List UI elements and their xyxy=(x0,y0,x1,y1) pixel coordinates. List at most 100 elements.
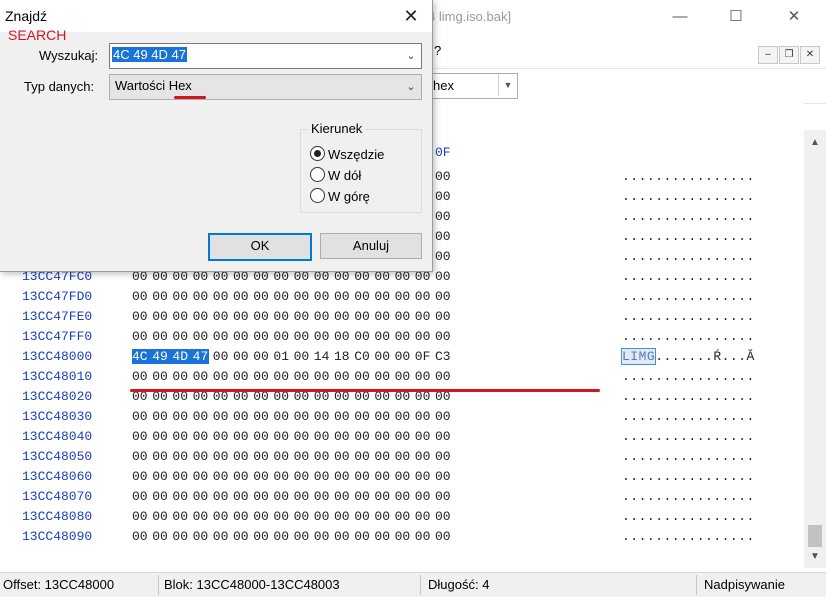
hex-byte[interactable]: 00 xyxy=(374,449,390,464)
hex-byte[interactable]: 00 xyxy=(132,309,148,324)
ascii-text[interactable]: ................ xyxy=(622,169,755,184)
hex-byte[interactable]: 00 xyxy=(415,289,431,304)
hex-byte[interactable]: 00 xyxy=(415,429,431,444)
hex-byte[interactable]: 00 xyxy=(354,429,370,444)
ok-button[interactable]: OK xyxy=(208,233,312,261)
hex-byte[interactable]: 00 xyxy=(314,529,330,544)
hex-byte[interactable]: 00 xyxy=(172,509,188,524)
hex-byte[interactable]: 00 xyxy=(273,489,289,504)
hex-byte[interactable]: 00 xyxy=(314,489,330,504)
ascii-rest[interactable]: .......Ŕ...Ă xyxy=(655,349,755,364)
hex-byte[interactable]: 00 xyxy=(415,309,431,324)
hex-byte[interactable]: 00 xyxy=(233,409,249,424)
hex-byte[interactable]: 00 xyxy=(314,289,330,304)
ascii-text[interactable]: ................ xyxy=(622,409,755,424)
hex-byte[interactable]: 00 xyxy=(435,189,451,204)
radio-up[interactable]: W górę xyxy=(310,188,370,206)
hex-byte[interactable]: 00 xyxy=(172,369,188,384)
hex-byte[interactable]: 00 xyxy=(294,529,310,544)
hex-byte[interactable]: 00 xyxy=(152,309,168,324)
hex-byte[interactable]: 00 xyxy=(395,349,411,364)
hex-byte[interactable]: 00 xyxy=(294,309,310,324)
hex-byte[interactable]: 00 xyxy=(334,489,350,504)
hex-byte[interactable]: 00 xyxy=(172,529,188,544)
ascii-text[interactable]: ................ xyxy=(622,369,755,384)
chevron-down-icon[interactable]: ⌄ xyxy=(401,44,421,68)
hex-byte[interactable]: 00 xyxy=(172,429,188,444)
hex-byte[interactable]: 00 xyxy=(253,349,269,364)
hex-byte[interactable]: 00 xyxy=(395,369,411,384)
hex-byte[interactable]: 00 xyxy=(233,509,249,524)
hex-byte[interactable]: 00 xyxy=(213,509,229,524)
hex-byte[interactable]: 00 xyxy=(193,329,209,344)
mdi-close-icon[interactable]: ✕ xyxy=(800,46,820,64)
hex-byte[interactable]: 00 xyxy=(193,489,209,504)
hex-byte[interactable]: 14 xyxy=(314,349,330,364)
scroll-up-icon[interactable]: ▲ xyxy=(804,134,826,152)
hex-byte[interactable]: 00 xyxy=(172,309,188,324)
hex-byte[interactable]: 00 xyxy=(334,449,350,464)
hex-byte[interactable]: 00 xyxy=(152,409,168,424)
hex-byte[interactable]: 00 xyxy=(294,509,310,524)
hex-byte[interactable]: 00 xyxy=(334,309,350,324)
hex-byte[interactable]: 00 xyxy=(294,429,310,444)
hex-byte[interactable]: 00 xyxy=(435,449,451,464)
hex-byte[interactable]: 00 xyxy=(435,329,451,344)
hex-byte[interactable]: 00 xyxy=(233,489,249,504)
hex-byte-selected[interactable]: 47 xyxy=(192,349,210,364)
hex-byte[interactable]: 00 xyxy=(172,409,188,424)
hex-byte[interactable]: 00 xyxy=(233,309,249,324)
hex-byte[interactable]: 00 xyxy=(152,509,168,524)
ascii-text[interactable]: ................ xyxy=(622,289,755,304)
hex-byte[interactable]: 00 xyxy=(172,489,188,504)
hex-byte[interactable]: 00 xyxy=(132,469,148,484)
hex-byte[interactable]: 00 xyxy=(435,169,451,184)
hex-byte[interactable]: 00 xyxy=(213,429,229,444)
hex-byte[interactable]: 00 xyxy=(273,329,289,344)
hex-byte[interactable]: 00 xyxy=(435,249,451,264)
hex-byte[interactable]: 00 xyxy=(395,529,411,544)
hex-byte[interactable]: 00 xyxy=(415,529,431,544)
hex-byte[interactable]: 00 xyxy=(273,289,289,304)
hex-byte[interactable]: 00 xyxy=(354,309,370,324)
ascii-text[interactable]: LIMG.......Ŕ...Ă xyxy=(620,348,755,365)
hex-byte[interactable]: 00 xyxy=(374,509,390,524)
hex-byte[interactable]: 00 xyxy=(253,409,269,424)
minimize-icon[interactable]: — xyxy=(660,4,700,30)
hex-byte[interactable]: 00 xyxy=(435,409,451,424)
hex-byte[interactable]: 00 xyxy=(435,489,451,504)
hex-byte[interactable]: 00 xyxy=(374,369,390,384)
hex-byte[interactable]: 00 xyxy=(395,409,411,424)
hex-byte[interactable]: 00 xyxy=(253,309,269,324)
view-mode-select[interactable]: hex ▼ xyxy=(424,73,518,99)
hex-byte[interactable]: 00 xyxy=(354,509,370,524)
hex-byte[interactable]: 00 xyxy=(294,369,310,384)
scroll-thumb[interactable] xyxy=(808,525,822,547)
hex-byte[interactable]: 00 xyxy=(273,449,289,464)
radio-everywhere[interactable]: Wszędzie xyxy=(310,146,384,164)
hex-byte[interactable]: 00 xyxy=(334,469,350,484)
hex-byte[interactable]: 00 xyxy=(152,429,168,444)
hex-byte[interactable]: 00 xyxy=(435,309,451,324)
hex-byte[interactable]: 00 xyxy=(415,329,431,344)
hex-byte[interactable]: 00 xyxy=(435,289,451,304)
vertical-scrollbar[interactable]: ▲ ▼ xyxy=(804,130,826,568)
hex-byte[interactable]: 00 xyxy=(172,329,188,344)
hex-byte[interactable]: 00 xyxy=(374,289,390,304)
hex-byte[interactable]: 00 xyxy=(435,369,451,384)
scroll-down-icon[interactable]: ▼ xyxy=(804,548,826,566)
hex-byte[interactable]: 00 xyxy=(213,489,229,504)
hex-byte[interactable]: 00 xyxy=(233,349,249,364)
hex-byte[interactable]: 00 xyxy=(314,469,330,484)
ascii-text[interactable]: ................ xyxy=(622,389,755,404)
hex-byte[interactable]: 00 xyxy=(294,289,310,304)
hex-byte[interactable]: 00 xyxy=(193,469,209,484)
hex-byte[interactable]: 00 xyxy=(314,429,330,444)
hex-byte[interactable]: 00 xyxy=(435,469,451,484)
hex-byte[interactable]: 00 xyxy=(233,429,249,444)
hex-byte[interactable]: 00 xyxy=(354,529,370,544)
hex-byte[interactable]: 00 xyxy=(354,289,370,304)
ascii-text[interactable]: ................ xyxy=(622,529,755,544)
ascii-text[interactable]: ................ xyxy=(622,469,755,484)
hex-byte[interactable]: 00 xyxy=(233,369,249,384)
